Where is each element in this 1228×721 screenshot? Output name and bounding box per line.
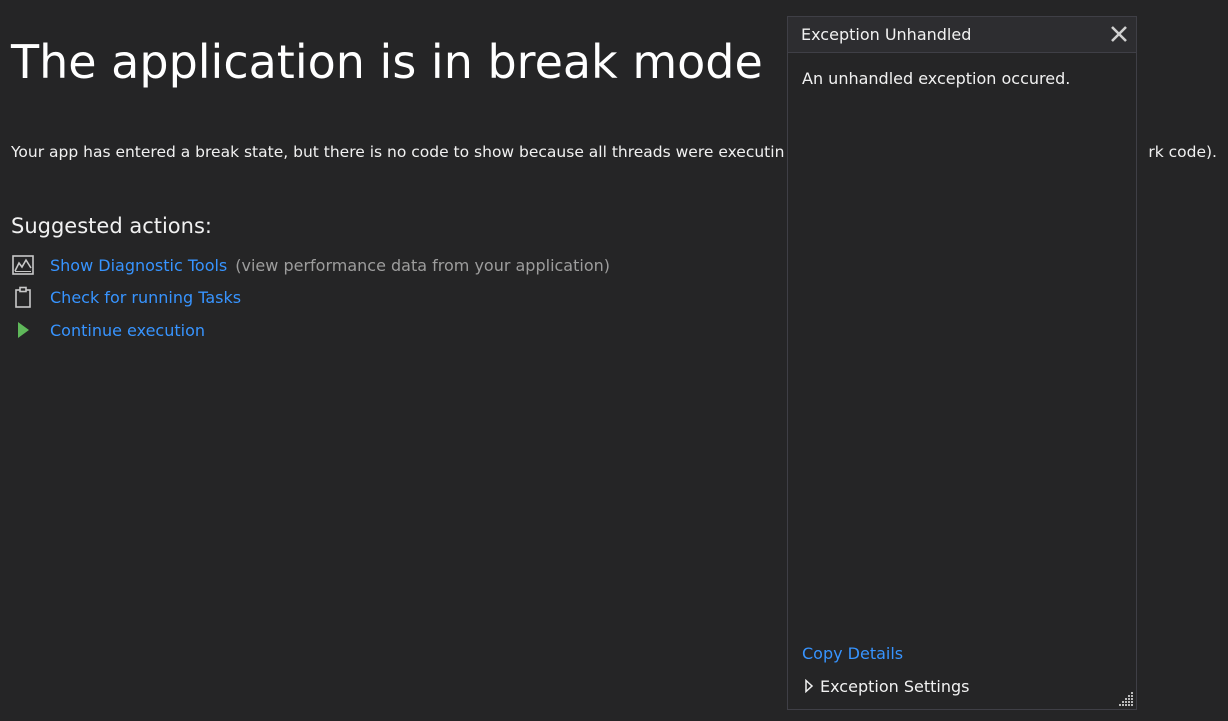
action-check-running-tasks: Check for running Tasks: [11, 284, 241, 310]
page-title: The application is in break mode: [11, 35, 763, 89]
action-continue-execution: Continue execution: [11, 317, 205, 343]
diagnostic-chart-icon: [11, 253, 35, 277]
description-text-end: rk code).: [1148, 143, 1217, 161]
description-text-start: Your app has entered a break state, but …: [11, 143, 785, 161]
action-show-diagnostic-tools: Show Diagnostic Tools (view performance …: [11, 252, 610, 278]
exception-message: An unhandled exception occured.: [802, 69, 1071, 88]
resize-grip-icon[interactable]: [1118, 691, 1134, 707]
show-diagnostic-tools-hint: (view performance data from your applica…: [235, 255, 610, 275]
exception-popup-header: Exception Unhandled: [788, 17, 1136, 53]
expand-arrow-icon: [804, 679, 816, 693]
clipboard-icon: [11, 285, 35, 309]
show-diagnostic-tools-link[interactable]: Show Diagnostic Tools: [50, 256, 227, 275]
exception-settings-label: Exception Settings: [820, 676, 970, 696]
exception-popup-title: Exception Unhandled: [801, 25, 972, 44]
exception-settings-toggle[interactable]: Exception Settings: [804, 676, 969, 696]
close-icon[interactable]: [1108, 23, 1130, 45]
suggested-actions-heading: Suggested actions:: [11, 214, 212, 238]
copy-details-link[interactable]: Copy Details: [802, 644, 903, 664]
check-running-tasks-link[interactable]: Check for running Tasks: [50, 288, 241, 307]
continue-execution-link[interactable]: Continue execution: [50, 321, 205, 340]
exception-popup: Exception Unhandled An unhandled excepti…: [787, 16, 1137, 710]
break-mode-page: The application is in break mode Your ap…: [0, 0, 1228, 721]
play-icon: [11, 318, 35, 342]
